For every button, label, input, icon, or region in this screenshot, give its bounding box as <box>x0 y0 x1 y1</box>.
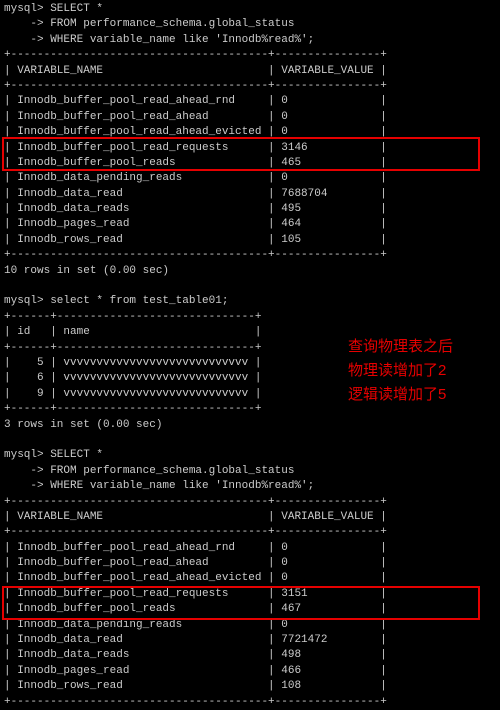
table3-row: | Innodb_rows_read | 108 | <box>4 679 496 694</box>
table1-border-mid: +---------------------------------------… <box>4 79 496 94</box>
blank-line <box>4 433 496 448</box>
table3-row: | Innodb_buffer_pool_read_ahead_rnd | 0 … <box>4 541 496 556</box>
table3-row: | Innodb_data_pending_reads | 0 | <box>4 618 496 633</box>
table2-row: | 5 | vvvvvvvvvvvvvvvvvvvvvvvvvvvv | <box>4 356 496 371</box>
table1-row: | Innodb_buffer_pool_read_ahead | 0 | <box>4 110 496 125</box>
table3-border-top: +---------------------------------------… <box>4 495 496 510</box>
table1-header: | VARIABLE_NAME | VARIABLE_VALUE | <box>4 64 496 79</box>
table2-row: | 9 | vvvvvvvvvvvvvvvvvvvvvvvvvvvv | <box>4 387 496 402</box>
table2-row: | 6 | vvvvvvvvvvvvvvvvvvvvvvvvvvvv | <box>4 371 496 386</box>
table3-header: | VARIABLE_NAME | VARIABLE_VALUE | <box>4 510 496 525</box>
query3-line3: -> WHERE variable_name like 'Innodb%read… <box>4 479 496 494</box>
table1-row: | Innodb_data_read | 7688704 | <box>4 187 496 202</box>
table1-row: | Innodb_buffer_pool_read_requests | 314… <box>4 141 496 156</box>
table3-row: | Innodb_pages_read | 466 | <box>4 664 496 679</box>
query3-line1: mysql> SELECT * <box>4 448 496 463</box>
table1-row: | Innodb_buffer_pool_read_ahead_rnd | 0 … <box>4 94 496 109</box>
table1-row: | Innodb_rows_read | 105 | <box>4 233 496 248</box>
table1-footer: 10 rows in set (0.00 sec) <box>4 264 496 279</box>
query1-line2: -> FROM performance_schema.global_status <box>4 17 496 32</box>
table1-row: | Innodb_buffer_pool_read_ahead_evicted … <box>4 125 496 140</box>
query1-line1: mysql> SELECT * <box>4 2 496 17</box>
table1-row: | Innodb_data_reads | 495 | <box>4 202 496 217</box>
table3-row: | Innodb_buffer_pool_read_requests | 315… <box>4 587 496 602</box>
query3-line2: -> FROM performance_schema.global_status <box>4 464 496 479</box>
table2-header: | id | name | <box>4 325 496 340</box>
query2-line1: mysql> select * from test_table01; <box>4 294 496 309</box>
table1-row: | Innodb_buffer_pool_reads | 465 | <box>4 156 496 171</box>
table2-border-top: +------+------------------------------+ <box>4 310 496 325</box>
blank-line <box>4 279 496 294</box>
table1-border-bottom: +---------------------------------------… <box>4 248 496 263</box>
table2-border-bottom: +------+------------------------------+ <box>4 402 496 417</box>
table1-border-top: +---------------------------------------… <box>4 48 496 63</box>
table3-border-bottom: +---------------------------------------… <box>4 695 496 710</box>
query1-line3: -> WHERE variable_name like 'Innodb%read… <box>4 33 496 48</box>
table3-row: | Innodb_data_read | 7721472 | <box>4 633 496 648</box>
table2-footer: 3 rows in set (0.00 sec) <box>4 418 496 433</box>
table1-row: | Innodb_pages_read | 464 | <box>4 217 496 232</box>
table3-row: | Innodb_buffer_pool_read_ahead_evicted … <box>4 571 496 586</box>
table3-row: | Innodb_buffer_pool_read_ahead | 0 | <box>4 556 496 571</box>
table1-row: | Innodb_data_pending_reads | 0 | <box>4 171 496 186</box>
table3-border-mid: +---------------------------------------… <box>4 525 496 540</box>
table2-border-mid: +------+------------------------------+ <box>4 341 496 356</box>
table3-row: | Innodb_data_reads | 498 | <box>4 648 496 663</box>
table3-row: | Innodb_buffer_pool_reads | 467 | <box>4 602 496 617</box>
